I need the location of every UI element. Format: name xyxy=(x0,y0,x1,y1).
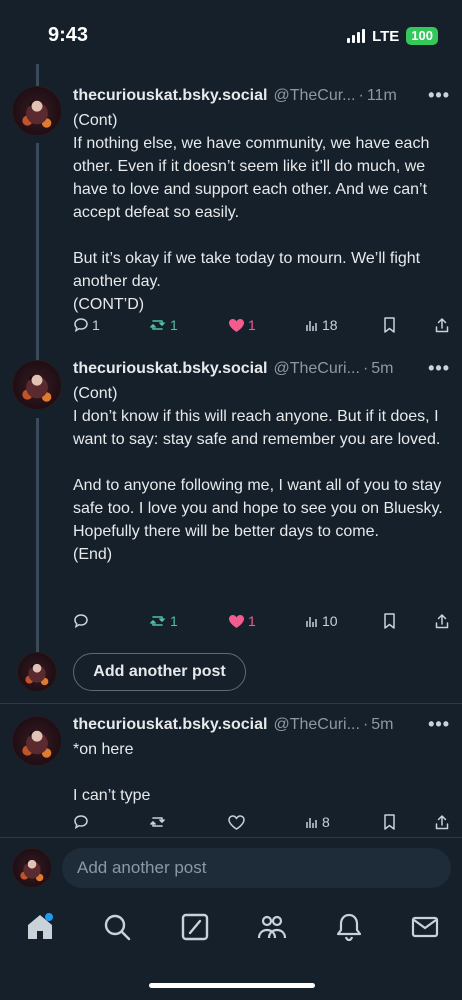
avatar xyxy=(12,848,52,888)
post-header: thecuriouskat.bsky.social @TheCuri... · … xyxy=(73,360,394,378)
status-bar: 9:43 LTE 100 xyxy=(0,0,462,64)
like-count: 1 xyxy=(248,613,256,629)
views-icon xyxy=(306,321,317,331)
reply-button[interactable] xyxy=(73,613,92,629)
repost-button[interactable]: 1 xyxy=(149,317,178,333)
compose-input[interactable]: Add another post xyxy=(62,848,451,888)
notifications-icon xyxy=(336,913,362,942)
avatar[interactable] xyxy=(12,360,62,410)
reply-icon xyxy=(74,614,88,629)
bookmark-button[interactable] xyxy=(383,317,396,333)
post-time: 5m xyxy=(371,360,394,377)
share-button[interactable] xyxy=(435,317,449,333)
post-time: 11m xyxy=(366,87,397,104)
reply-count: 1 xyxy=(92,317,100,333)
post-text: (Cont) I don’t know if this will reach a… xyxy=(73,385,443,563)
share-button[interactable] xyxy=(435,613,449,629)
compose-icon xyxy=(181,913,209,941)
avatar[interactable] xyxy=(12,716,62,766)
post-time: 5m xyxy=(371,716,394,733)
post[interactable]: thecuriouskat.bsky.social @TheCuri... · … xyxy=(0,357,462,647)
home-indicator xyxy=(149,983,315,988)
repost-icon xyxy=(150,320,165,330)
post-header: thecuriouskat.bsky.social @TheCur... · 1… xyxy=(73,87,397,105)
like-count: 1 xyxy=(248,317,256,333)
views-button[interactable]: 10 xyxy=(305,613,338,629)
post-text: *on here I can’t type xyxy=(73,741,151,804)
display-name[interactable]: thecuriouskat.bsky.social xyxy=(73,716,267,734)
bookmark-button[interactable] xyxy=(383,613,396,629)
repost-count: 1 xyxy=(170,613,178,629)
reply-icon xyxy=(74,815,88,830)
view-count: 10 xyxy=(322,613,338,629)
more-options-icon[interactable]: ••• xyxy=(428,713,450,735)
share-button[interactable] xyxy=(435,814,449,830)
post-actions: 1 1 1 18 xyxy=(73,314,450,336)
repost-button[interactable] xyxy=(149,814,170,830)
more-options-icon[interactable]: ••• xyxy=(428,84,450,106)
divider xyxy=(0,703,462,704)
divider xyxy=(0,837,462,838)
heart-icon xyxy=(229,318,244,332)
post-text: (Cont) If nothing else, we have communit… xyxy=(73,112,430,313)
reply-button[interactable]: 1 xyxy=(73,317,100,333)
post-actions: 8 xyxy=(73,811,450,833)
post[interactable]: thecuriouskat.bsky.social @TheCur... · 1… xyxy=(0,84,462,344)
reply-icon xyxy=(74,318,88,333)
views-button[interactable]: 8 xyxy=(305,814,330,830)
like-button[interactable]: 1 xyxy=(228,613,256,629)
share-icon xyxy=(435,815,449,830)
post-header: thecuriouskat.bsky.social @TheCuri... · … xyxy=(73,716,394,734)
view-count: 18 xyxy=(322,317,338,333)
repost-icon xyxy=(150,817,165,827)
like-button[interactable]: 1 xyxy=(228,317,256,333)
reply-button[interactable] xyxy=(73,814,92,830)
thread-line xyxy=(36,64,39,86)
tab-search[interactable] xyxy=(102,912,132,942)
repost-icon xyxy=(150,616,165,626)
repost-count: 1 xyxy=(170,317,178,333)
handle[interactable]: @TheCuri... xyxy=(273,360,359,378)
views-icon xyxy=(306,617,317,627)
bookmark-icon xyxy=(384,317,395,333)
tab-home[interactable] xyxy=(25,912,55,942)
add-another-post-button[interactable]: Add another post xyxy=(73,653,246,691)
avatar xyxy=(17,652,57,692)
tab-compose[interactable] xyxy=(180,912,210,942)
home-icon xyxy=(28,913,53,939)
display-name[interactable]: thecuriouskat.bsky.social xyxy=(73,360,267,378)
views-icon xyxy=(306,818,317,828)
like-button[interactable] xyxy=(228,814,248,830)
handle[interactable]: @TheCuri... xyxy=(273,716,359,734)
views-button[interactable]: 18 xyxy=(305,317,338,333)
tab-communities[interactable] xyxy=(257,912,287,942)
search-icon xyxy=(104,914,131,941)
bookmark-icon xyxy=(384,814,395,830)
signal-icon xyxy=(347,29,366,43)
bookmark-button[interactable] xyxy=(383,814,396,830)
share-icon xyxy=(435,318,449,333)
communities-icon xyxy=(257,915,287,939)
heart-icon xyxy=(228,814,245,830)
more-options-icon[interactable]: ••• xyxy=(428,357,450,379)
repost-button[interactable]: 1 xyxy=(149,613,178,629)
handle[interactable]: @TheCur... xyxy=(273,87,355,105)
post-actions: 1 1 10 xyxy=(73,610,450,632)
status-indicators: LTE 100 xyxy=(347,27,438,45)
battery-badge: 100 xyxy=(406,27,438,45)
messages-icon xyxy=(411,916,439,938)
display-name[interactable]: thecuriouskat.bsky.social xyxy=(73,87,267,105)
tab-bar xyxy=(0,900,462,960)
tab-messages[interactable] xyxy=(410,912,440,942)
network-type: LTE xyxy=(372,27,400,45)
status-time: 9:43 xyxy=(48,24,89,46)
heart-icon xyxy=(229,614,244,628)
bookmark-icon xyxy=(384,613,395,629)
tab-notifications[interactable] xyxy=(334,912,364,942)
share-icon xyxy=(435,614,449,629)
view-count: 8 xyxy=(322,814,330,830)
post[interactable]: thecuriouskat.bsky.social @TheCuri... · … xyxy=(0,713,462,838)
avatar[interactable] xyxy=(12,86,62,136)
